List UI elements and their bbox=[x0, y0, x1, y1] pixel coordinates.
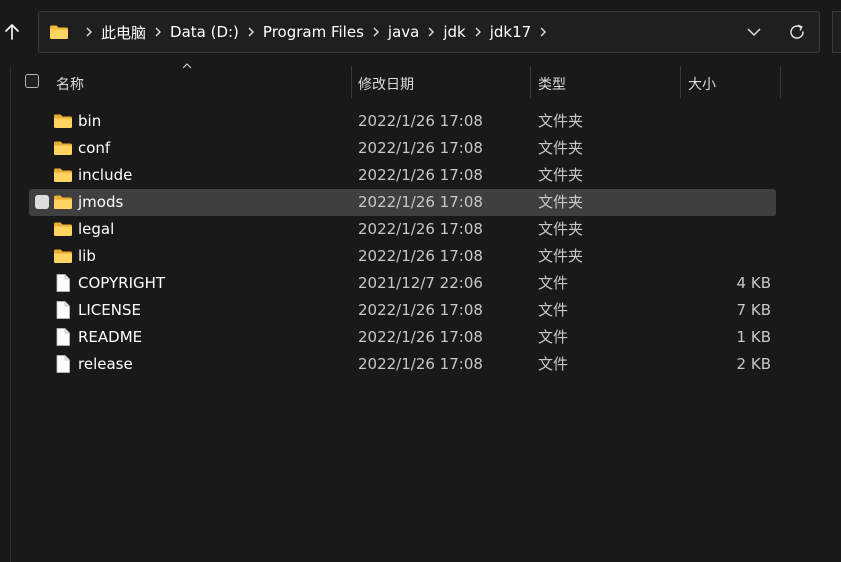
file-name: jmods bbox=[78, 193, 124, 211]
breadcrumb-item-this-pc[interactable]: 此电脑 bbox=[101, 22, 146, 43]
chevron-right-icon[interactable] bbox=[239, 27, 263, 37]
file-type: 文件夹 bbox=[538, 247, 584, 265]
file-date-modified: 2022/1/26 17:08 bbox=[358, 247, 483, 265]
column-header-date-modified[interactable]: 修改日期 bbox=[358, 74, 414, 94]
file-type: 文件 bbox=[538, 301, 569, 319]
file-date-modified: 2022/1/26 17:08 bbox=[358, 112, 483, 130]
file-date-modified: 2022/1/26 17:08 bbox=[358, 193, 483, 211]
file-type: 文件夹 bbox=[538, 220, 584, 238]
file-date-modified: 2022/1/26 17:08 bbox=[358, 220, 483, 238]
file-type: 文件夹 bbox=[538, 193, 584, 211]
file-row-legal[interactable]: legal 2022/1/26 17:08 文件夹 bbox=[0, 216, 841, 243]
file-date-modified: 2021/12/7 22:06 bbox=[358, 274, 483, 292]
file-date-modified: 2022/1/26 17:08 bbox=[358, 139, 483, 157]
file-type: 文件夹 bbox=[538, 112, 584, 130]
file-row-copyright[interactable]: COPYRIGHT 2021/12/7 22:06 文件 4 KB bbox=[0, 270, 841, 297]
chevron-right-icon[interactable] bbox=[364, 27, 388, 37]
folder-icon bbox=[54, 249, 72, 263]
file-name: lib bbox=[78, 247, 96, 265]
chevron-right-icon[interactable] bbox=[531, 27, 555, 37]
breadcrumb-item-data-drive[interactable]: Data (D:) bbox=[170, 23, 239, 41]
search-box[interactable] bbox=[832, 11, 841, 53]
select-all-checkbox[interactable] bbox=[25, 74, 39, 88]
file-size: 4 KB bbox=[736, 274, 771, 292]
sort-ascending-icon bbox=[182, 63, 192, 69]
file-date-modified: 2022/1/26 17:08 bbox=[358, 166, 483, 184]
file-row-license[interactable]: LICENSE 2022/1/26 17:08 文件 7 KB bbox=[0, 297, 841, 324]
file-name: conf bbox=[78, 139, 111, 157]
folder-icon bbox=[54, 141, 72, 155]
row-checkbox[interactable] bbox=[35, 195, 49, 209]
file-icon bbox=[56, 274, 70, 292]
column-divider[interactable] bbox=[780, 66, 781, 98]
refresh-button[interactable] bbox=[785, 20, 809, 44]
file-name: release bbox=[78, 355, 133, 373]
file-size: 7 KB bbox=[736, 301, 771, 319]
arrow-up-icon bbox=[5, 24, 19, 40]
folder-icon bbox=[50, 25, 68, 39]
file-row-lib[interactable]: lib 2022/1/26 17:08 文件夹 bbox=[0, 243, 841, 270]
file-icon bbox=[56, 301, 70, 319]
file-size: 2 KB bbox=[736, 355, 771, 373]
file-row-conf[interactable]: conf 2022/1/26 17:08 文件夹 bbox=[0, 135, 841, 162]
file-type: 文件 bbox=[538, 328, 569, 346]
file-row-bin[interactable]: bin 2022/1/26 17:08 文件夹 bbox=[0, 108, 841, 135]
refresh-icon bbox=[790, 24, 804, 39]
folder-icon bbox=[54, 195, 72, 209]
file-type: 文件 bbox=[538, 274, 569, 292]
file-name: legal bbox=[78, 220, 115, 238]
column-divider[interactable] bbox=[530, 66, 531, 98]
file-date-modified: 2022/1/26 17:08 bbox=[358, 355, 483, 373]
chevron-right-icon bbox=[77, 27, 101, 37]
file-type: 文件 bbox=[538, 355, 569, 373]
file-name: include bbox=[78, 166, 133, 184]
file-row-jmods[interactable]: jmods 2022/1/26 17:08 文件夹 bbox=[0, 189, 841, 216]
file-icon bbox=[56, 355, 70, 373]
breadcrumb: 此电脑 Data (D:) Program Files java jdk jdk… bbox=[39, 12, 555, 52]
breadcrumb-item-jdk[interactable]: jdk bbox=[443, 23, 465, 41]
address-bar[interactable]: 此电脑 Data (D:) Program Files java jdk jdk… bbox=[38, 11, 820, 53]
chevron-down-icon bbox=[747, 28, 761, 37]
file-row-include[interactable]: include 2022/1/26 17:08 文件夹 bbox=[0, 162, 841, 189]
file-icon bbox=[56, 328, 70, 346]
folder-icon bbox=[54, 168, 72, 182]
up-button[interactable] bbox=[0, 14, 24, 50]
breadcrumb-item-jdk17[interactable]: jdk17 bbox=[490, 23, 531, 41]
breadcrumb-item-program-files[interactable]: Program Files bbox=[263, 23, 364, 41]
file-row-readme[interactable]: README 2022/1/26 17:08 文件 1 KB bbox=[0, 324, 841, 351]
file-explorer-window: 此电脑 Data (D:) Program Files java jdk jdk… bbox=[0, 0, 841, 562]
folder-icon bbox=[54, 222, 72, 236]
file-type: 文件夹 bbox=[538, 166, 584, 184]
file-type: 文件夹 bbox=[538, 139, 584, 157]
file-size: 1 KB bbox=[736, 328, 771, 346]
address-history-button[interactable] bbox=[742, 20, 766, 44]
file-row-release[interactable]: release 2022/1/26 17:08 文件 2 KB bbox=[0, 351, 841, 378]
chevron-right-icon[interactable] bbox=[466, 27, 490, 37]
column-header-size[interactable]: 大小 bbox=[688, 74, 716, 94]
column-header-type[interactable]: 类型 bbox=[538, 74, 566, 94]
folder-icon bbox=[54, 114, 72, 128]
file-name: LICENSE bbox=[78, 301, 141, 319]
breadcrumb-item-java[interactable]: java bbox=[388, 23, 419, 41]
column-divider[interactable] bbox=[351, 66, 352, 98]
file-date-modified: 2022/1/26 17:08 bbox=[358, 328, 483, 346]
chevron-right-icon[interactable] bbox=[146, 27, 170, 37]
file-name: README bbox=[78, 328, 143, 346]
chevron-right-icon[interactable] bbox=[419, 27, 443, 37]
file-name: bin bbox=[78, 112, 102, 130]
column-divider[interactable] bbox=[680, 66, 681, 98]
column-header-name[interactable]: 名称 bbox=[56, 74, 84, 94]
file-date-modified: 2022/1/26 17:08 bbox=[358, 301, 483, 319]
file-name: COPYRIGHT bbox=[78, 274, 166, 292]
